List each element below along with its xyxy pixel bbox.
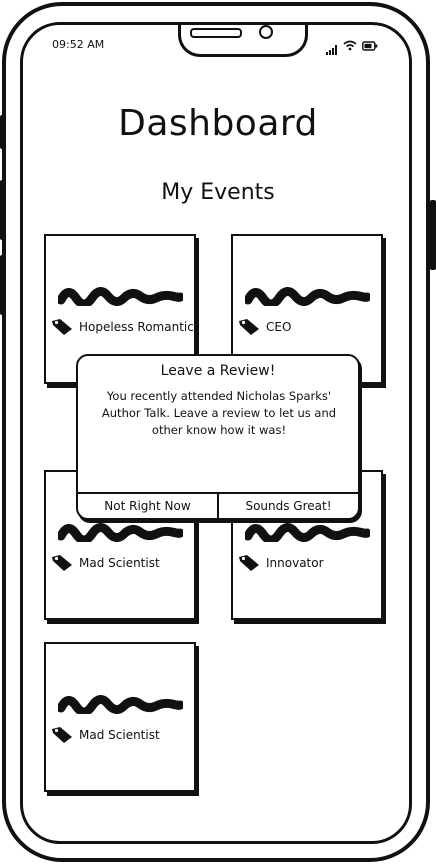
tag-icon [239,555,259,571]
image-placeholder [245,523,370,542]
event-tag: Innovator [238,554,324,572]
dialog-actions: Not Right Now Sounds Great! [78,492,358,518]
event-label: CEO [266,320,292,334]
tag-icon [52,555,72,571]
tag-icon [52,319,72,335]
event-card[interactable]: Mad Scientist [44,642,196,792]
status-time: 09:52 AM [52,38,105,51]
image-placeholder [58,287,183,306]
event-tag: Hopeless Romantic [51,318,194,336]
event-label: Hopeless Romantic [79,320,194,334]
status-icons [326,36,378,55]
tag-icon [239,319,259,335]
event-tag: CEO [238,318,291,336]
event-label: Mad Scientist [79,556,160,570]
tag-icon [52,727,72,743]
image-placeholder [58,523,183,542]
review-dialog: Leave a Review! You recently attended Ni… [76,354,360,520]
image-placeholder [245,287,370,306]
wifi-icon [343,36,357,55]
image-placeholder [58,695,183,714]
not-right-now-button[interactable]: Not Right Now [78,494,217,518]
side-button [430,200,436,270]
event-tag: Mad Scientist [51,726,160,744]
dialog-title: Leave a Review! [160,363,276,379]
section-title: My Events [161,180,275,205]
camera [259,25,273,39]
sounds-great-button[interactable]: Sounds Great! [217,494,358,518]
side-button [0,255,6,315]
signal-icon [326,44,338,55]
event-label: Innovator [266,556,324,570]
dialog-message: You recently attended Nicholas Sparks' A… [101,389,337,437]
battery-icon [362,36,378,55]
page-title: Dashboard [118,103,318,144]
event-label: Mad Scientist [79,728,160,742]
event-tag: Mad Scientist [51,554,160,572]
speaker [190,28,242,38]
